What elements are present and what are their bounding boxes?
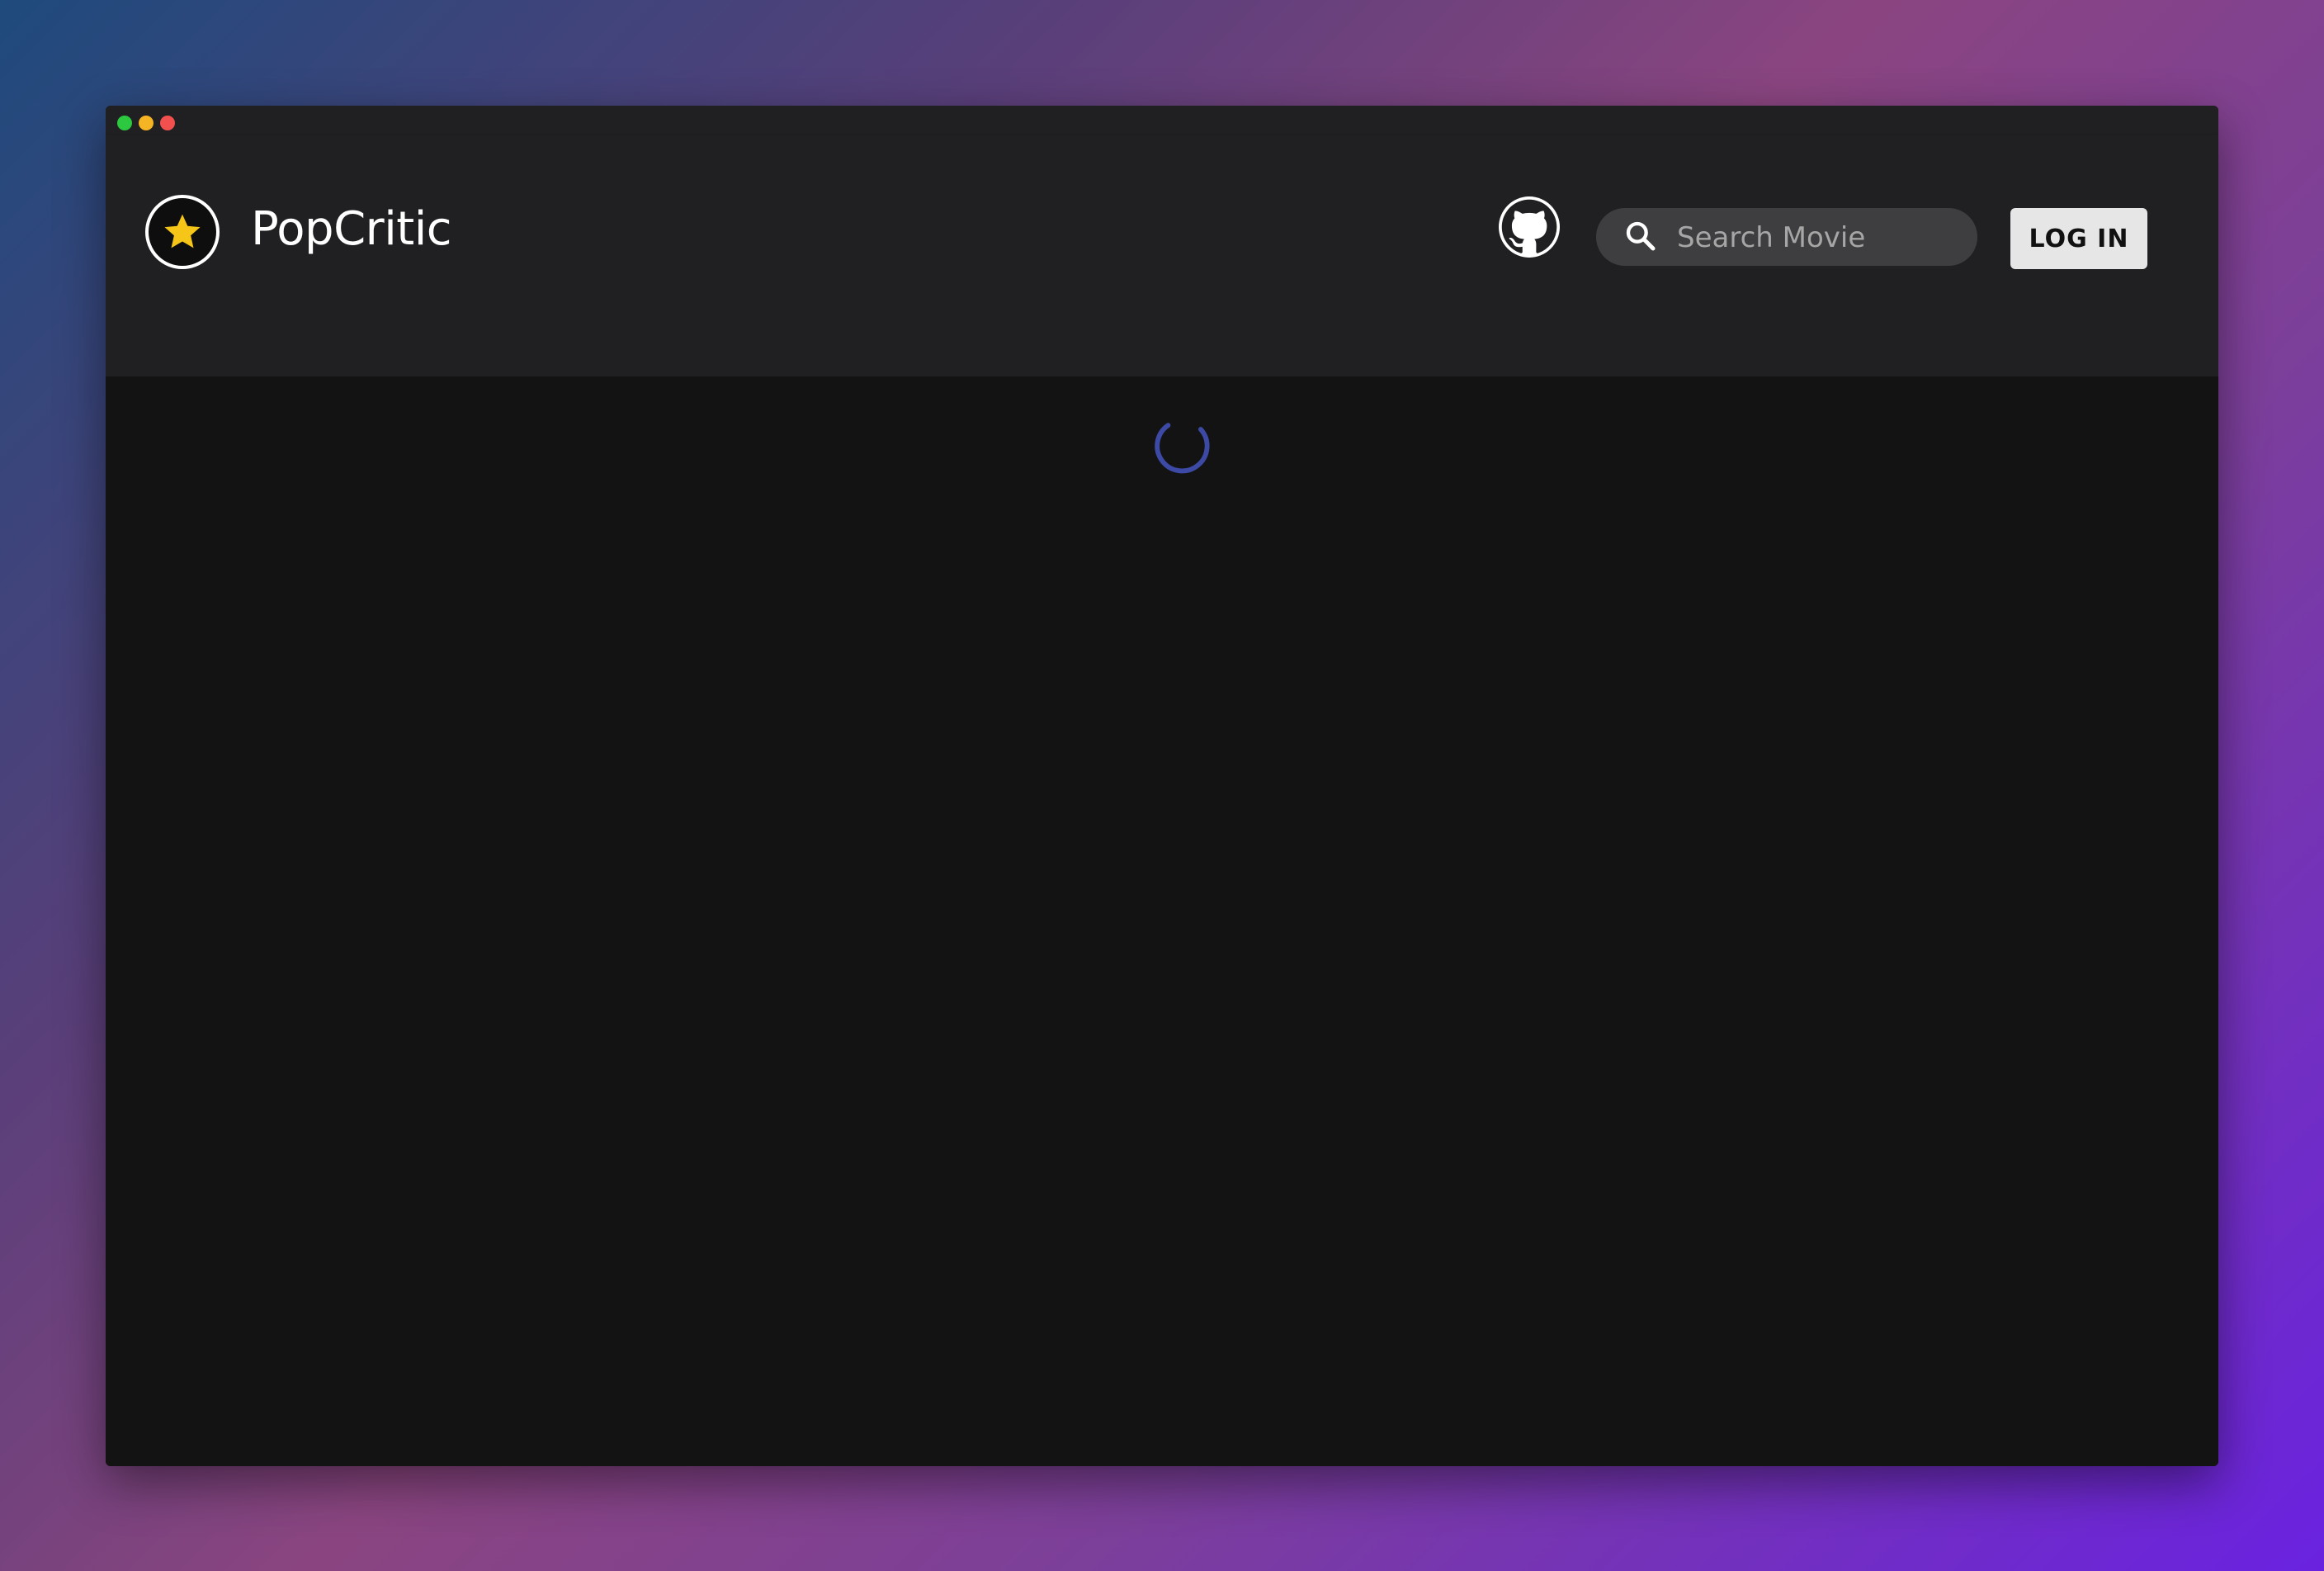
window-minimize-button[interactable]	[139, 116, 154, 130]
window-close-button[interactable]	[160, 116, 175, 130]
github-link[interactable]	[1499, 196, 1560, 258]
search-icon	[1626, 221, 1656, 251]
main-content	[106, 376, 2218, 1466]
login-button[interactable]: LOG IN	[2010, 208, 2147, 269]
loading-spinner-icon	[1155, 423, 1210, 474]
search-input[interactable]	[1675, 208, 1959, 267]
movie-search-box[interactable]	[1596, 208, 1977, 267]
github-icon	[1501, 199, 1557, 253]
popcritic-logo[interactable]	[145, 195, 220, 269]
window-maximize-button[interactable]	[117, 116, 132, 130]
brand-name[interactable]: PopCritic	[251, 206, 452, 253]
top-navigation-bar: PopCritic LOG IN	[106, 135, 2218, 376]
star-icon	[164, 214, 201, 248]
browser-window: PopCritic LOG IN	[106, 106, 2218, 1466]
window-titlebar	[106, 106, 2218, 135]
